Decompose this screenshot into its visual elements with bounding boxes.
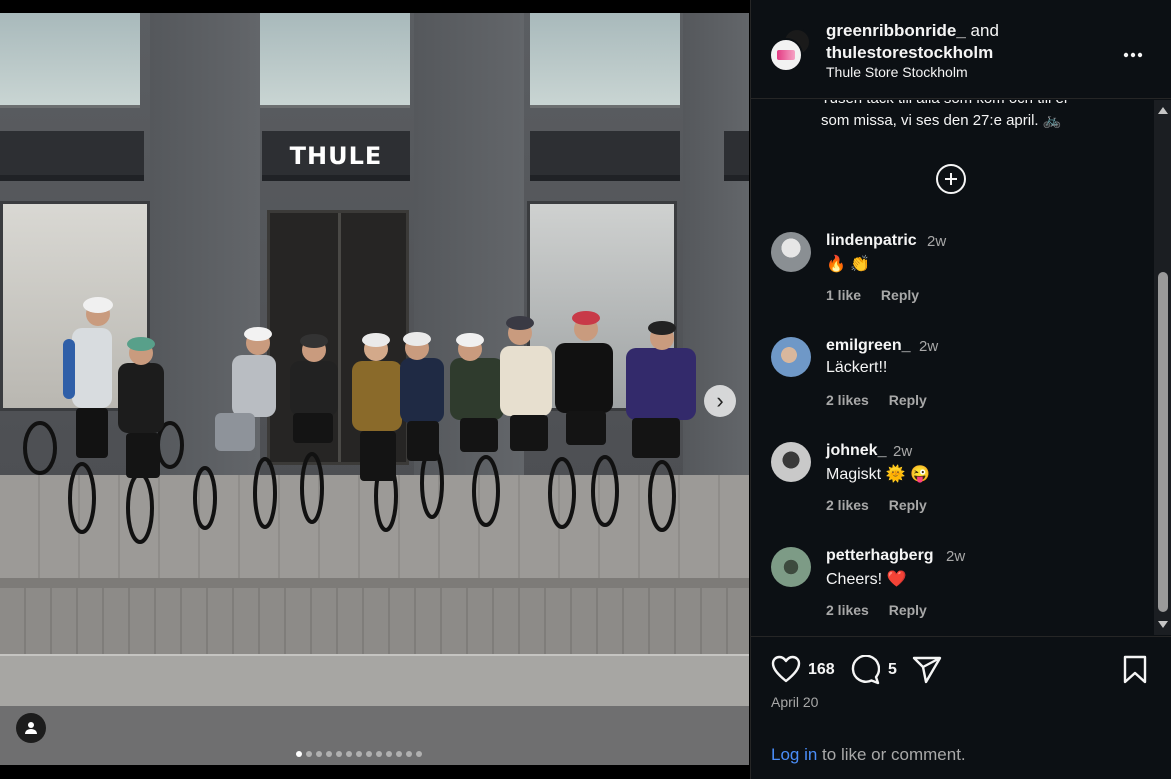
more-options-button[interactable] bbox=[1123, 38, 1143, 64]
comment-likes[interactable]: 2 likes bbox=[826, 392, 869, 408]
avatar[interactable] bbox=[771, 337, 811, 377]
comment-item: johnek_ 2w Magiskt 🌞 😜 2 likes Reply bbox=[751, 442, 1151, 532]
comment-text: Cheers! ❤️ bbox=[826, 571, 907, 588]
scrollbar-thumb[interactable] bbox=[1158, 272, 1168, 612]
comment-username[interactable]: emilgreen_ 2w bbox=[826, 337, 938, 355]
comment-icon bbox=[851, 654, 881, 685]
comments-scrollbar[interactable] bbox=[1154, 100, 1171, 635]
save-button[interactable] bbox=[1123, 655, 1147, 690]
tagged-users-button[interactable] bbox=[16, 713, 46, 743]
comment-item: petterhagberg 2w Cheers! ❤️ 2 likes Repl… bbox=[751, 547, 1151, 635]
post-side-panel: greenribbonride_ and thulestorestockholm… bbox=[750, 0, 1171, 779]
next-photo-button[interactable]: › bbox=[704, 385, 736, 417]
comment-username[interactable]: johnek_ 2w bbox=[826, 442, 912, 460]
more-dots-icon bbox=[1123, 52, 1143, 58]
reply-button[interactable]: Reply bbox=[889, 392, 927, 408]
comment-time: 2w bbox=[927, 233, 947, 250]
post-owners: greenribbonride_ and thulestorestockholm bbox=[826, 20, 1086, 64]
carousel-dot bbox=[416, 751, 422, 757]
chevron-right-icon: › bbox=[716, 388, 724, 413]
location-link[interactable]: Thule Store Stockholm bbox=[826, 64, 968, 80]
avatar[interactable] bbox=[771, 232, 811, 272]
share-icon bbox=[912, 656, 942, 684]
bookmark-icon bbox=[1123, 655, 1147, 684]
carousel-dot bbox=[316, 751, 322, 757]
comment-likes[interactable]: 2 likes bbox=[826, 497, 869, 513]
carousel-dot bbox=[366, 751, 372, 757]
person-tag-icon bbox=[25, 722, 37, 734]
login-prompt: Log in to like or comment. bbox=[771, 745, 966, 765]
avatar[interactable] bbox=[771, 442, 811, 482]
comment-meta: 2 likes Reply bbox=[826, 602, 943, 618]
comment-username[interactable]: petterhagberg 2w bbox=[826, 547, 965, 565]
post-caption: Tusen tack till alla som kom och till er… bbox=[821, 100, 1121, 132]
carousel-dot bbox=[376, 751, 382, 757]
post-actions: 168 5 April 20 Log in to like or comment… bbox=[751, 636, 1171, 779]
comment-count[interactable]: 5 bbox=[888, 661, 897, 679]
comment-meta: 2 likes Reply bbox=[826, 497, 943, 513]
carousel-indicator bbox=[296, 751, 422, 757]
reply-button[interactable]: Reply bbox=[889, 602, 927, 618]
username-text[interactable]: petterhagberg bbox=[826, 547, 934, 564]
carousel-dot bbox=[296, 751, 302, 757]
like-button[interactable] bbox=[771, 655, 801, 688]
comment-text: 🔥 👏 bbox=[826, 256, 871, 273]
carousel-dot bbox=[346, 751, 352, 757]
caption-line: som missa, vi ses den 27:e april. 🚲 bbox=[821, 112, 1062, 129]
post-header: greenribbonride_ and thulestorestockholm… bbox=[751, 0, 1171, 99]
carousel-dot bbox=[336, 751, 342, 757]
avatar[interactable] bbox=[769, 38, 803, 72]
carousel-dot bbox=[356, 751, 362, 757]
comment-item: emilgreen_ 2w Läckert!! 2 likes Reply bbox=[751, 337, 1151, 427]
comment-time: 2w bbox=[946, 548, 966, 565]
post-date[interactable]: April 20 bbox=[771, 694, 818, 710]
caption-line: Tusen tack till alla som kom och till er bbox=[821, 100, 1121, 110]
load-more-comments-button[interactable] bbox=[936, 164, 966, 194]
carousel-dot bbox=[306, 751, 312, 757]
owner-link[interactable]: greenribbonride_ bbox=[826, 21, 966, 40]
username-text[interactable]: lindenpatric bbox=[826, 232, 917, 249]
carousel-dot bbox=[326, 751, 332, 757]
comment-meta: 1 like Reply bbox=[826, 287, 935, 303]
login-prompt-text: to like or comment. bbox=[817, 745, 966, 764]
comment-text: Magiskt 🌞 😜 bbox=[826, 466, 930, 483]
owner-link[interactable]: thulestorestockholm bbox=[826, 43, 993, 62]
carousel-dot bbox=[386, 751, 392, 757]
comment-item: lindenpatric 2w 🔥 👏 1 like Reply bbox=[751, 232, 1151, 322]
comment-username[interactable]: lindenpatric 2w bbox=[826, 232, 946, 250]
like-count[interactable]: 168 bbox=[808, 661, 835, 679]
carousel-dot bbox=[406, 751, 412, 757]
post-photo[interactable]: THULE › bbox=[0, 13, 749, 765]
plus-circle-icon bbox=[945, 173, 957, 185]
reply-button[interactable]: Reply bbox=[881, 287, 919, 303]
comment-time: 2w bbox=[919, 338, 939, 355]
cyclists-group bbox=[23, 297, 696, 544]
comment-text: Läckert!! bbox=[826, 359, 888, 376]
reply-button[interactable]: Reply bbox=[889, 497, 927, 513]
login-link[interactable]: Log in bbox=[771, 745, 817, 764]
collab-avatars[interactable] bbox=[769, 28, 813, 72]
username-text[interactable]: emilgreen_ bbox=[826, 337, 910, 354]
username-text[interactable]: johnek_ bbox=[826, 442, 886, 459]
avatar[interactable] bbox=[771, 547, 811, 587]
comment-likes[interactable]: 1 like bbox=[826, 287, 861, 303]
comment-meta: 2 likes Reply bbox=[826, 392, 943, 408]
scroll-down-arrow-icon[interactable] bbox=[1158, 621, 1168, 628]
comments-list[interactable]: Tusen tack till alla som kom och till er… bbox=[751, 100, 1154, 635]
comment-button[interactable] bbox=[850, 654, 881, 690]
owner-joiner: and bbox=[970, 21, 999, 40]
carousel-dot bbox=[396, 751, 402, 757]
comment-likes[interactable]: 2 likes bbox=[826, 602, 869, 618]
heart-icon bbox=[771, 655, 801, 683]
comment-time: 2w bbox=[893, 443, 913, 460]
scroll-up-arrow-icon[interactable] bbox=[1158, 107, 1168, 114]
share-button[interactable] bbox=[912, 655, 942, 690]
